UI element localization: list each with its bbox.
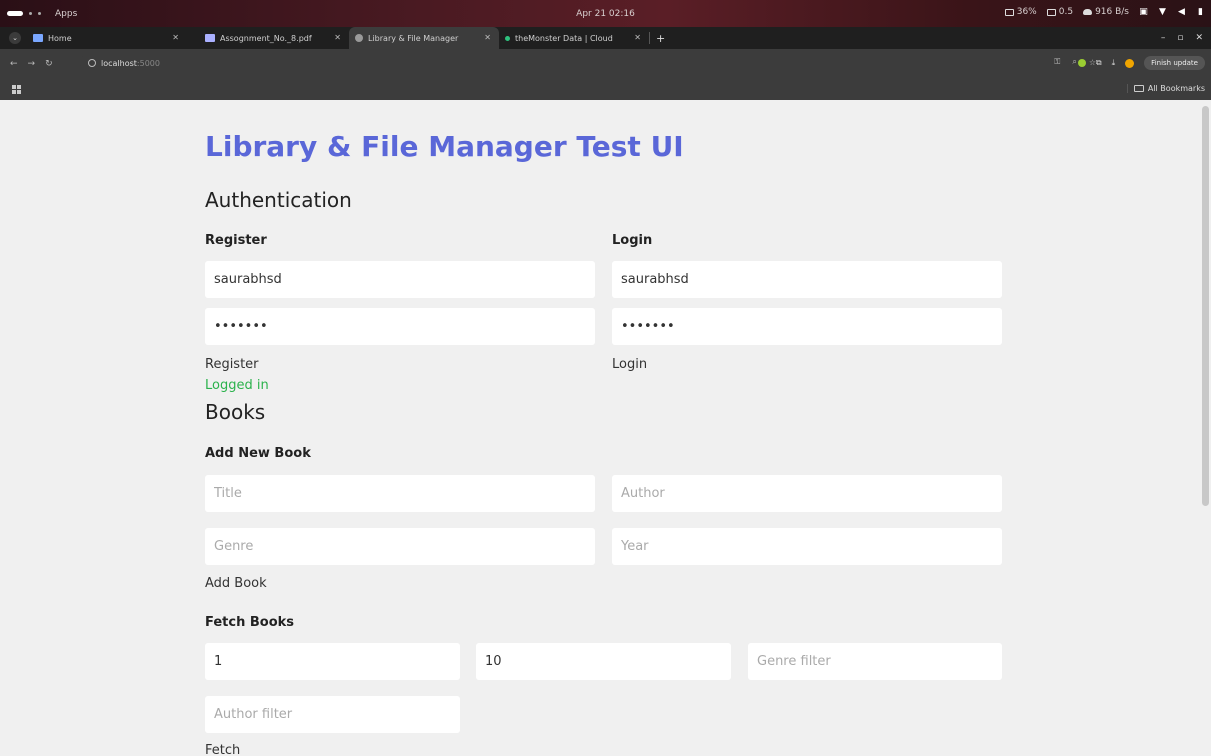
- cloud-favicon-icon: [505, 35, 510, 41]
- page-title: Library & File Manager Test UI: [205, 130, 684, 163]
- mem-value: 0.5: [1058, 7, 1074, 17]
- extensions-area: ⧉ ⤓ Finish update: [1077, 56, 1205, 70]
- page-number-input[interactable]: [205, 643, 460, 680]
- close-icon[interactable]: ✕: [172, 33, 179, 42]
- cpu-stat: 36%: [1004, 7, 1037, 17]
- memory-icon: [1046, 8, 1056, 16]
- tab-library-active[interactable]: Library & File Manager ✕: [349, 27, 499, 49]
- url-host: localhost: [101, 58, 137, 68]
- login-heading: Login: [612, 233, 653, 248]
- net-stat: 916 B/s: [1083, 7, 1129, 17]
- system-tray: 36% 0.5 916 B/s ▣ ▼ ◀ ▮: [1004, 7, 1205, 17]
- forward-icon[interactable]: →: [28, 59, 36, 69]
- site-info-icon[interactable]: [88, 59, 96, 67]
- zoom-icon[interactable]: ⌕: [1072, 57, 1076, 67]
- books-heading: Books: [205, 400, 266, 424]
- tab-label: Home: [48, 33, 72, 43]
- page-viewport: Library & File Manager Test UI Authentic…: [0, 100, 1211, 756]
- reload-icon[interactable]: ↻: [45, 59, 53, 69]
- register-button[interactable]: Register: [205, 357, 259, 372]
- mem-stat: 0.5: [1046, 7, 1074, 17]
- tab-home[interactable]: Home ✕: [27, 27, 187, 49]
- login-password-input[interactable]: [612, 308, 1002, 345]
- finish-update-button[interactable]: Finish update: [1144, 56, 1205, 70]
- register-heading: Register: [205, 233, 267, 248]
- volume-icon[interactable]: ◀: [1177, 7, 1186, 17]
- tab-pdf[interactable]: Assognment_No._8.pdf ✕: [199, 27, 349, 49]
- genre-filter-input[interactable]: [748, 643, 1002, 680]
- toolbar: ← → ↻ localhost:5000 ⚿ ⌕ ☆ ⧉ ⤓ Finish up…: [0, 49, 1211, 79]
- cpu-value: 36%: [1016, 7, 1037, 17]
- author-filter-input[interactable]: [205, 696, 460, 733]
- pdf-favicon-icon: [205, 34, 215, 42]
- add-book-button[interactable]: Add Book: [205, 576, 267, 591]
- tab-strip: ⌄ Home ✕ Assognment_No._8.pdf ✕ Library …: [0, 27, 1211, 49]
- clipboard-icon[interactable]: ▣: [1139, 7, 1148, 17]
- url-port: :5000: [136, 58, 160, 68]
- genre-input[interactable]: [205, 528, 595, 565]
- year-input[interactable]: [612, 528, 1002, 565]
- cpu-icon: [1004, 8, 1014, 16]
- login-username-input[interactable]: [612, 261, 1002, 298]
- folder-icon: [1133, 85, 1144, 92]
- close-icon[interactable]: ✕: [634, 33, 641, 42]
- wifi-icon[interactable]: ▼: [1158, 7, 1167, 17]
- tab-search-icon[interactable]: ⌄: [9, 32, 21, 44]
- battery-icon[interactable]: ▮: [1196, 7, 1205, 17]
- tab-label: Library & File Manager: [368, 33, 459, 43]
- page-limit-input[interactable]: [476, 643, 731, 680]
- add-book-heading: Add New Book: [205, 446, 311, 461]
- apps-grid-icon[interactable]: [12, 85, 21, 94]
- minimize-icon[interactable]: –: [1161, 33, 1166, 43]
- new-tab-icon[interactable]: +: [656, 32, 665, 45]
- register-password-input[interactable]: [205, 308, 595, 345]
- tab-divider: [649, 32, 650, 44]
- close-icon[interactable]: ✕: [334, 33, 341, 42]
- tab-label: Assognment_No._8.pdf: [220, 33, 312, 43]
- auth-status: Logged in: [205, 378, 269, 393]
- tab-monster[interactable]: theMonster Data | Cloud ✕: [499, 27, 649, 49]
- os-top-bar: Apps Apr 21 02:16 36% 0.5 916 B/s ▣ ▼ ◀ …: [0, 0, 1211, 27]
- profile-avatar[interactable]: [1125, 58, 1135, 68]
- close-window-icon[interactable]: ✕: [1195, 33, 1203, 43]
- bookmarks-bar: All Bookmarks: [0, 79, 1211, 100]
- author-input[interactable]: [612, 475, 1002, 512]
- title-input[interactable]: [205, 475, 595, 512]
- close-icon[interactable]: ✕: [484, 33, 491, 42]
- register-username-input[interactable]: [205, 261, 595, 298]
- home-favicon-icon: [33, 34, 43, 42]
- network-icon: [1083, 9, 1093, 15]
- login-button[interactable]: Login: [612, 357, 647, 372]
- puzzle-icon[interactable]: ⧉: [1096, 58, 1102, 68]
- auth-heading: Authentication: [205, 188, 352, 212]
- fetch-books-heading: Fetch Books: [205, 615, 295, 630]
- download-icon[interactable]: ⤓: [1112, 58, 1116, 68]
- net-value: 916 B/s: [1095, 7, 1129, 17]
- extension-icon[interactable]: [1077, 59, 1086, 67]
- tab-label: theMonster Data | Cloud: [515, 33, 613, 43]
- all-bookmarks-button[interactable]: All Bookmarks: [1126, 84, 1205, 93]
- fetch-button[interactable]: Fetch: [205, 743, 240, 756]
- window-controls: – ▫ ✕: [1161, 33, 1203, 43]
- globe-favicon-icon: [355, 34, 363, 42]
- address-bar[interactable]: localhost:5000 ⚿ ⌕ ☆: [80, 54, 1100, 72]
- back-icon[interactable]: ←: [10, 59, 18, 69]
- all-bookmarks-label: All Bookmarks: [1147, 84, 1205, 93]
- scrollbar[interactable]: [1202, 106, 1209, 506]
- maximize-icon[interactable]: ▫: [1177, 33, 1183, 43]
- password-key-icon[interactable]: ⚿: [1054, 57, 1060, 67]
